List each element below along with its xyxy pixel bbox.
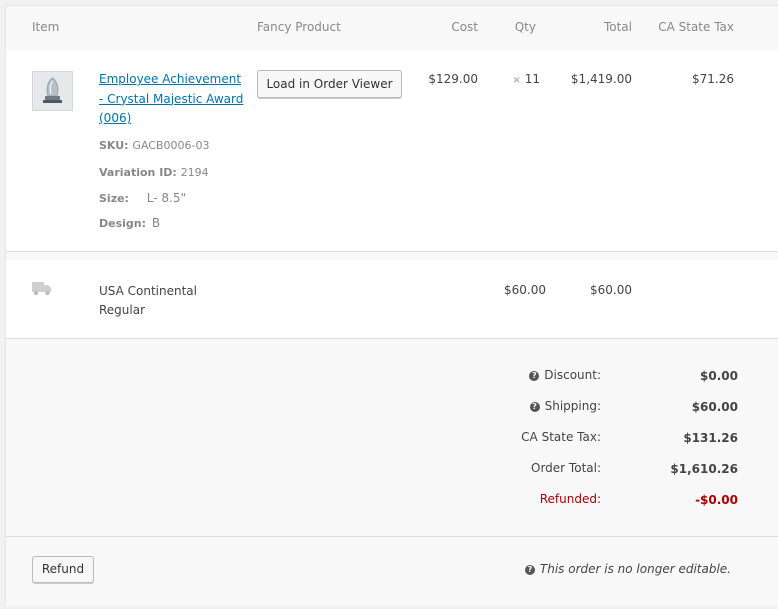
question-circle-icon[interactable]: ? [529, 402, 540, 412]
sku-meta: SKU: GACB0006-03 [99, 139, 210, 152]
variation-meta: Variation ID: 2194 [99, 166, 209, 179]
row-spacer [6, 252, 778, 260]
col-qty: Qty [514, 20, 536, 34]
col-tax: CA State Tax [658, 20, 734, 34]
load-in-order-viewer-button[interactable]: Load in Order Viewer [257, 70, 402, 98]
refunded-label: Refunded: [539, 492, 601, 506]
not-editable-notice: ? This order is no longer editable. [524, 562, 731, 576]
shipping-value: $60.00 [691, 400, 738, 414]
line-qty: × 11 [512, 72, 541, 86]
order-items-panel: Item Fancy Product Cost Qty Total CA Sta… [5, 5, 778, 606]
col-cost: Cost [451, 20, 478, 34]
order-total-label: Order Total: [531, 461, 601, 475]
col-fancy-product: Fancy Product [257, 20, 341, 34]
line-cost: $129.00 [428, 72, 478, 86]
size-meta: Size: L- 8.5" [99, 191, 187, 205]
refund-button[interactable]: Refund [32, 556, 94, 583]
shipping-cost: $60.00 [504, 283, 546, 297]
order-total-value: $1,610.26 [670, 462, 738, 476]
tax-label: CA State Tax: [521, 430, 601, 444]
line-total: $1,419.00 [570, 72, 632, 86]
tax-value: $131.26 [683, 431, 738, 445]
product-name-link[interactable]: Employee Achievement - Crystal Majestic … [99, 70, 249, 129]
order-totals: ? Discount: $0.00 ? Shipping: $60.00 CA St… [6, 339, 778, 536]
shipping-method-name: USA Continental Regular [99, 284, 197, 317]
product-thumbnail[interactable] [32, 71, 73, 111]
discount-label: ? Discount: [529, 368, 601, 382]
items-table-header: Item Fancy Product Cost Qty Total CA Sta… [6, 6, 778, 50]
discount-value: $0.00 [700, 369, 738, 383]
crystal-award-image [33, 72, 72, 110]
shipping-label: ? Shipping: [529, 399, 601, 413]
shipping-total: $60.00 [590, 283, 632, 297]
col-item: Item [32, 20, 60, 34]
question-circle-icon[interactable]: ? [529, 371, 540, 381]
line-tax: $71.26 [692, 72, 734, 86]
refunded-value: -$0.00 [695, 493, 738, 507]
order-actions: Refund ? This order is no longer editable… [6, 537, 778, 606]
question-circle-icon[interactable]: ? [524, 565, 535, 575]
col-total: Total [603, 20, 632, 34]
truck-icon [32, 280, 52, 299]
design-meta: Design: B [99, 216, 161, 230]
